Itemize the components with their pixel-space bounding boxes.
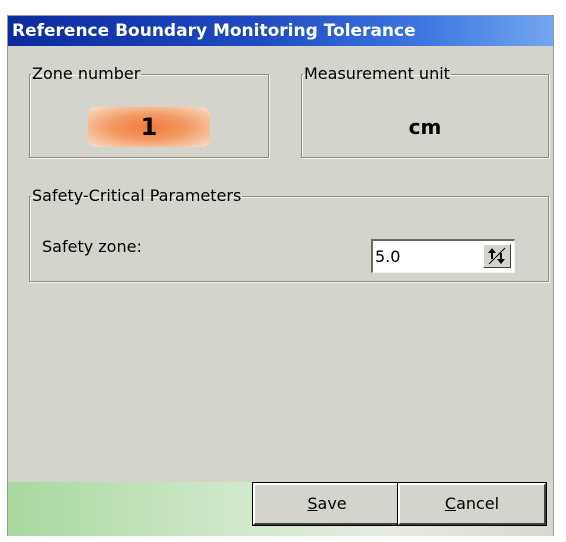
save-button-mnemonic: S (307, 494, 318, 513)
cancel-button-mnemonic: C (444, 494, 457, 513)
save-button[interactable]: Save (252, 482, 402, 526)
window-title: Reference Boundary Monitoring Tolerance (12, 21, 416, 41)
measurement-unit-value: cm (408, 115, 442, 139)
zone-number-group: Zone number 1 (29, 65, 269, 158)
measurement-unit-legend: Measurement unit (304, 64, 450, 83)
save-button-label: ave (317, 494, 347, 513)
zone-number-legend: Zone number (32, 64, 141, 83)
safety-zone-input[interactable] (375, 245, 475, 267)
zone-number-value: 1 (88, 107, 210, 147)
cancel-button-label: ancel (456, 494, 500, 513)
cancel-button[interactable]: Cancel (397, 482, 547, 526)
spin-arrows-graphic (488, 247, 506, 265)
safety-zone-label: Safety zone: (42, 237, 142, 256)
measurement-unit-group: Measurement unit cm (301, 65, 549, 158)
safety-critical-parameters-group: Safety-Critical Parameters Safety zone: (29, 187, 549, 282)
safety-critical-parameters-legend: Safety-Critical Parameters (32, 186, 242, 205)
safety-zone-spinner[interactable] (371, 239, 515, 273)
dialog-window: Reference Boundary Monitoring Tolerance … (7, 15, 554, 536)
title-bar: Reference Boundary Monitoring Tolerance (8, 16, 553, 46)
up-down-arrows-icon[interactable] (483, 244, 511, 268)
